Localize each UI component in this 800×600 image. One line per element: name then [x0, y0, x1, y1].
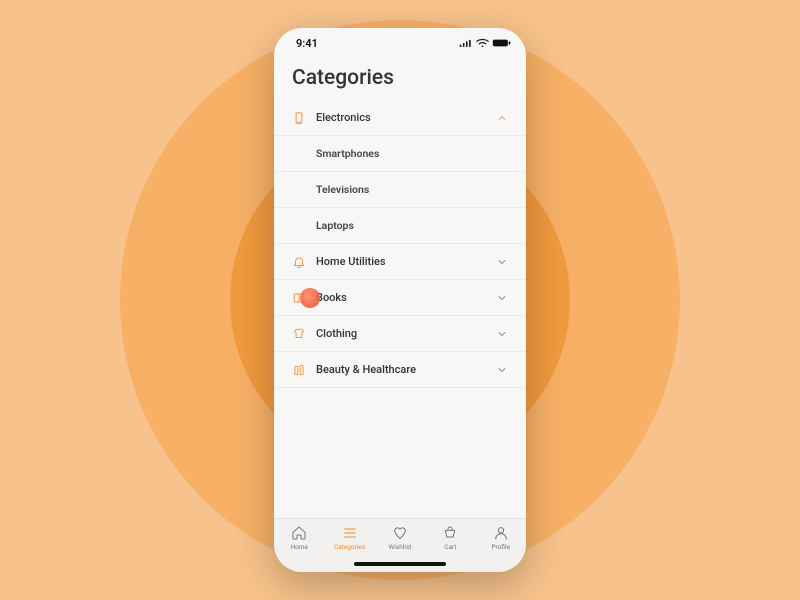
tab-wishlist[interactable]: Wishlist: [376, 525, 424, 551]
phone-icon: [292, 111, 306, 125]
chevron-down-icon: [496, 364, 508, 376]
tab-categories[interactable]: Categories: [326, 525, 374, 551]
category-row-home-utilities[interactable]: Home Utilities: [274, 244, 526, 280]
wifi-icon: [476, 38, 489, 48]
category-row-books[interactable]: Books: [274, 280, 526, 316]
tab-home[interactable]: Home: [275, 525, 323, 551]
subcategory-row-smartphones[interactable]: Smartphones: [274, 136, 526, 172]
tab-label: Home: [290, 543, 308, 551]
category-label: Beauty & Healthcare: [316, 363, 416, 376]
chevron-down-icon: [496, 292, 508, 304]
tab-profile[interactable]: Profile: [477, 525, 525, 551]
bell-icon: [292, 255, 306, 269]
chevron-down-icon: [496, 328, 508, 340]
stage-background: 9:41 Categories: [0, 0, 800, 600]
chevron-down-icon: [496, 256, 508, 268]
page-header: Categories: [274, 58, 526, 100]
phone-frame: 9:41 Categories: [274, 28, 526, 572]
subcategory-row-televisions[interactable]: Televisions: [274, 172, 526, 208]
tab-label: Categories: [334, 543, 365, 551]
home-icon: [291, 525, 307, 541]
subcategory-label: Smartphones: [316, 147, 379, 160]
category-row-clothing[interactable]: Clothing: [274, 316, 526, 352]
category-label: Home Utilities: [316, 255, 386, 268]
status-time: 9:41: [296, 37, 318, 50]
subcategory-label: Televisions: [316, 183, 369, 196]
battery-icon: [492, 38, 512, 48]
category-row-beauty-healthcare[interactable]: Beauty & Healthcare: [274, 352, 526, 388]
category-label: Books: [316, 291, 347, 304]
subcategory-row-laptops[interactable]: Laptops: [274, 208, 526, 244]
tab-label: Profile: [491, 543, 510, 551]
profile-icon: [493, 525, 509, 541]
beauty-icon: [292, 363, 306, 377]
category-label: Clothing: [316, 327, 357, 340]
tab-label: Cart: [444, 543, 456, 551]
category-row-electronics[interactable]: Electronics: [274, 100, 526, 136]
category-label: Electronics: [316, 111, 371, 124]
heart-icon: [392, 525, 408, 541]
status-icons: [459, 38, 512, 48]
shirt-icon: [292, 327, 306, 341]
tab-bar: Home Categories Wishlist Cart Profile: [274, 518, 526, 572]
tab-cart[interactable]: Cart: [426, 525, 474, 551]
subcategory-label: Laptops: [316, 219, 354, 232]
category-list[interactable]: Electronics Smartphones Televisions Lapt…: [274, 100, 526, 518]
home-indicator[interactable]: [354, 562, 446, 566]
signal-icon: [459, 38, 473, 48]
chevron-up-icon: [496, 112, 508, 124]
tab-label: Wishlist: [389, 543, 412, 551]
status-bar: 9:41: [274, 28, 526, 58]
categories-icon: [342, 525, 358, 541]
cart-icon: [442, 525, 458, 541]
book-icon: [292, 291, 306, 305]
page-title: Categories: [292, 66, 508, 90]
